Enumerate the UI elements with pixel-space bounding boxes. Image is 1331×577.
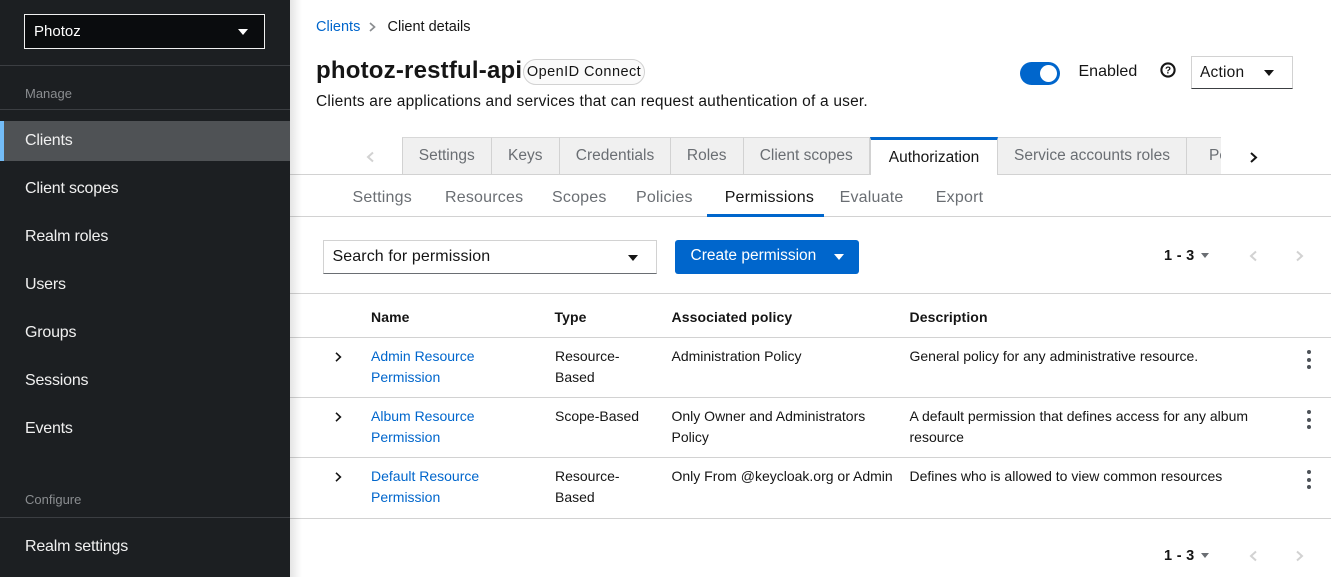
svg-text:?: ? [1164,66,1170,77]
